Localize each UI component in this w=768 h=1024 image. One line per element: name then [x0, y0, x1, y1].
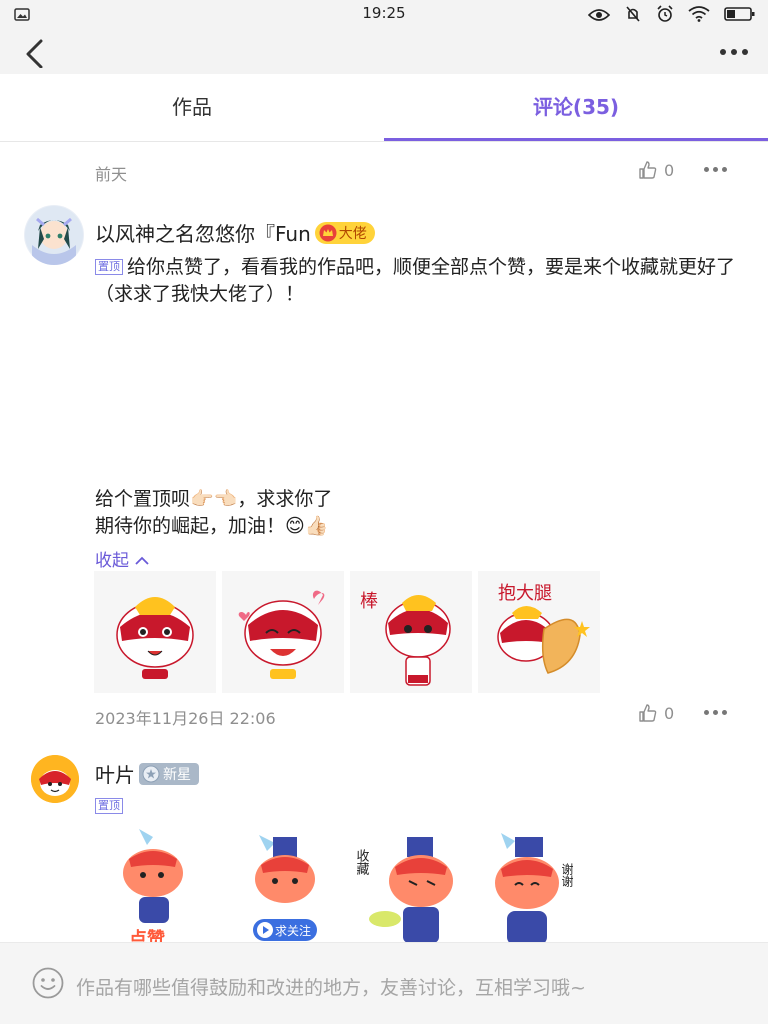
- comment-timestamp: 2023年11月26日 22:06: [95, 709, 276, 728]
- sticker-image[interactable]: 求关注: [222, 823, 344, 942]
- like-count: 0: [664, 703, 675, 723]
- back-arrow-icon[interactable]: [22, 38, 52, 69]
- pinned-tag: 置顶: [95, 259, 123, 275]
- sticker-image[interactable]: 棒: [350, 571, 472, 693]
- tab-comments[interactable]: 评论(35): [384, 74, 768, 142]
- sticker-row: 点赞 求关注 收藏 谢谢: [94, 823, 600, 942]
- sticker-image[interactable]: 收藏: [350, 823, 472, 942]
- like-button[interactable]: 0: [638, 703, 674, 723]
- comment-text-line: 给个置顶呗👉🏻👈🏻，求求你了: [95, 488, 333, 510]
- mute-icon: [624, 5, 642, 27]
- comment-date: 前天: [95, 165, 128, 184]
- sticker-image[interactable]: 谢谢: [478, 823, 600, 942]
- tab-works[interactable]: 作品: [0, 74, 384, 142]
- comment-username[interactable]: 叶片 新星: [95, 759, 199, 788]
- pinned-tag: 置顶: [95, 798, 123, 814]
- sticker-caption: 收藏: [354, 849, 370, 875]
- like-count: 0: [664, 160, 675, 180]
- comment-username[interactable]: 以风神之名忽悠你『Fun 大佬: [95, 218, 375, 247]
- alarm-icon: [656, 5, 674, 27]
- sticker-caption: 棒: [360, 591, 378, 612]
- thumb-up-icon: [639, 704, 657, 722]
- crown-icon: [319, 224, 337, 241]
- thumb-up-icon: [639, 161, 657, 179]
- sticker-caption: 点赞: [129, 928, 165, 942]
- more-dots-icon[interactable]: [714, 42, 754, 62]
- collapse-button[interactable]: 收起: [95, 546, 150, 571]
- sticker-image[interactable]: [222, 571, 344, 693]
- sticker-caption: 求关注: [275, 923, 311, 938]
- comment-list[interactable]: 前天 0 以风神之名忽悠你『Fun 大佬 置顶 给你点赞了，看看我的作品吧，顺便全…: [0, 143, 768, 942]
- tab-bar: 作品 评论(35): [0, 74, 768, 142]
- level-badge: 新星: [139, 762, 199, 785]
- battery-icon: [724, 6, 756, 26]
- avatar[interactable]: [24, 205, 84, 265]
- sticker-caption: 抱大腿: [498, 583, 552, 604]
- active-tab-indicator: [384, 138, 768, 141]
- sticker-image[interactable]: 点赞: [94, 823, 216, 942]
- comment-text-line: 期待你的崛起，加油！😊👍🏻: [95, 515, 329, 537]
- comment-text: 置顶 给你点赞了，看看我的作品吧，顺便全部点个赞，要是来个收藏就更好了（求求了我快…: [95, 256, 736, 305]
- sticker-image[interactable]: 抱大腿: [478, 571, 600, 693]
- wifi-icon: [688, 6, 710, 26]
- nav-bar: [0, 28, 768, 74]
- status-bar: 19:25: [0, 0, 768, 28]
- smile-icon[interactable]: [32, 967, 64, 1003]
- eye-icon: [587, 7, 611, 26]
- comment-input-placeholder[interactable]: 作品有哪些值得鼓励和改进的地方，友善讨论，互相学习哦~: [76, 973, 586, 1000]
- comment-more-icon[interactable]: [704, 167, 727, 172]
- sticker-caption: 谢谢: [560, 862, 574, 887]
- chevron-up-icon: [135, 556, 150, 565]
- star-badge-icon: [142, 765, 160, 782]
- sticker-row: 棒 抱大腿: [94, 571, 600, 693]
- comment-input-bar[interactable]: 作品有哪些值得鼓励和改进的地方，友善讨论，互相学习哦~: [0, 942, 768, 1024]
- avatar[interactable]: [31, 755, 79, 803]
- comment-more-icon[interactable]: [704, 710, 727, 715]
- like-button[interactable]: 0: [638, 160, 674, 180]
- sticker-image[interactable]: [94, 571, 216, 693]
- comment-text: 置顶: [95, 797, 735, 815]
- level-badge: 大佬: [314, 221, 375, 244]
